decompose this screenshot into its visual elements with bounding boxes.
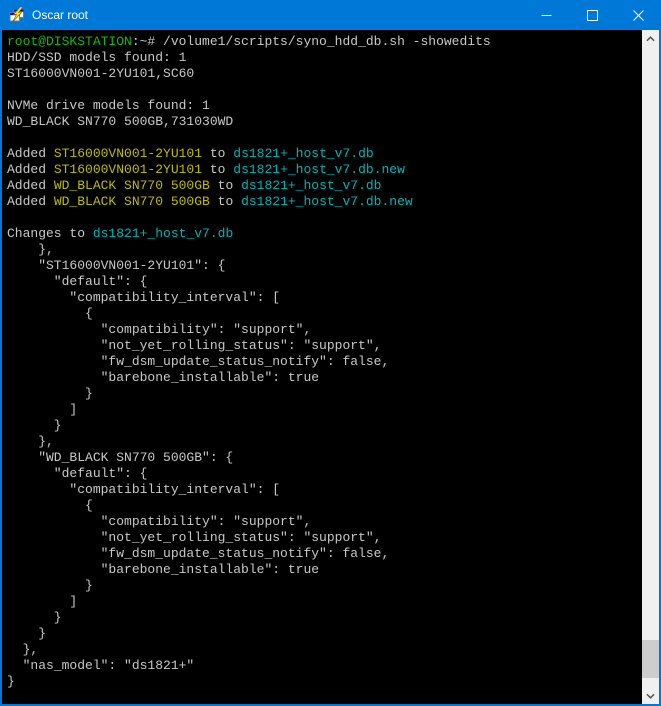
terminal-line: NVMe drive models found: 1 — [7, 98, 642, 114]
scrollbar-thumb[interactable] — [642, 640, 659, 678]
terminal-line: }, — [7, 242, 642, 258]
terminal-line: "fw_dsm_update_status_notify": false, — [7, 546, 642, 562]
minimize-button[interactable] — [523, 0, 569, 30]
caption-buttons — [523, 0, 661, 30]
terminal-line: "default": { — [7, 274, 642, 290]
terminal-line: Added ST16000VN001-2YU101 to ds1821+_hos… — [7, 146, 642, 162]
terminal-line: { — [7, 498, 642, 514]
window-body: root@DISKSTATION:~# /volume1/scripts/syn… — [0, 30, 661, 706]
terminal-line: { — [7, 306, 642, 322]
putty-window: Oscar root root@DISKSTATION:~# /volu — [0, 0, 661, 706]
terminal-line: } — [7, 610, 642, 626]
chevron-down-icon — [646, 693, 655, 699]
terminal-line: Added WD_BLACK SN770 500GB to ds1821+_ho… — [7, 194, 642, 210]
terminal-line: ] — [7, 594, 642, 610]
terminal-line: "barebone_installable": true — [7, 370, 642, 386]
putty-app-icon[interactable] — [9, 7, 25, 23]
terminal-line: "ST16000VN001-2YU101": { — [7, 258, 642, 274]
terminal-line: "not_yet_rolling_status": "support", — [7, 530, 642, 546]
terminal-line: "barebone_installable": true — [7, 562, 642, 578]
terminal-output[interactable]: root@DISKSTATION:~# /volume1/scripts/syn… — [2, 30, 642, 704]
terminal-line: }, — [7, 434, 642, 450]
terminal-line: ] — [7, 402, 642, 418]
scrollbar[interactable] — [642, 30, 659, 704]
terminal-line: "fw_dsm_update_status_notify": false, — [7, 354, 642, 370]
terminal-line: "compatibility": "support", — [7, 322, 642, 338]
terminal-line: Changes to ds1821+_host_v7.db — [7, 226, 642, 242]
terminal-line: "nas_model": "ds1821+" — [7, 658, 642, 674]
titlebar[interactable]: Oscar root — [0, 0, 661, 30]
terminal-line: } — [7, 626, 642, 642]
close-button[interactable] — [615, 0, 661, 30]
terminal-line: Added ST16000VN001-2YU101 to ds1821+_hos… — [7, 162, 642, 178]
terminal-line: } — [7, 578, 642, 594]
terminal-line: root@DISKSTATION:~# /volume1/scripts/syn… — [7, 34, 642, 50]
terminal-line: ST16000VN001-2YU101,SC60 — [7, 66, 642, 82]
terminal-line: "compatibility_interval": [ — [7, 482, 642, 498]
scroll-up-button[interactable] — [642, 30, 659, 47]
maximize-button[interactable] — [569, 0, 615, 30]
terminal-line: HDD/SSD models found: 1 — [7, 50, 642, 66]
terminal-line: "not_yet_rolling_status": "support", — [7, 338, 642, 354]
terminal-line: "default": { — [7, 466, 642, 482]
maximize-icon — [587, 10, 598, 21]
chevron-up-icon — [646, 36, 655, 42]
terminal-line: } — [7, 386, 642, 402]
terminal-line: } — [7, 674, 642, 690]
window-title: Oscar root — [32, 8, 523, 22]
terminal-line: }, — [7, 642, 642, 658]
minimize-icon — [541, 10, 552, 21]
scroll-down-button[interactable] — [642, 687, 659, 704]
terminal-line — [7, 210, 642, 226]
terminal-line: "compatibility_interval": [ — [7, 290, 642, 306]
terminal-line — [7, 82, 642, 98]
terminal-line: Added WD_BLACK SN770 500GB to ds1821+_ho… — [7, 178, 642, 194]
terminal-line: WD_BLACK SN770 500GB,731030WD — [7, 114, 642, 130]
terminal-line: "WD_BLACK SN770 500GB": { — [7, 450, 642, 466]
terminal-line: "compatibility": "support", — [7, 514, 642, 530]
terminal-line — [7, 130, 642, 146]
terminal-line: } — [7, 418, 642, 434]
close-icon — [633, 10, 644, 21]
